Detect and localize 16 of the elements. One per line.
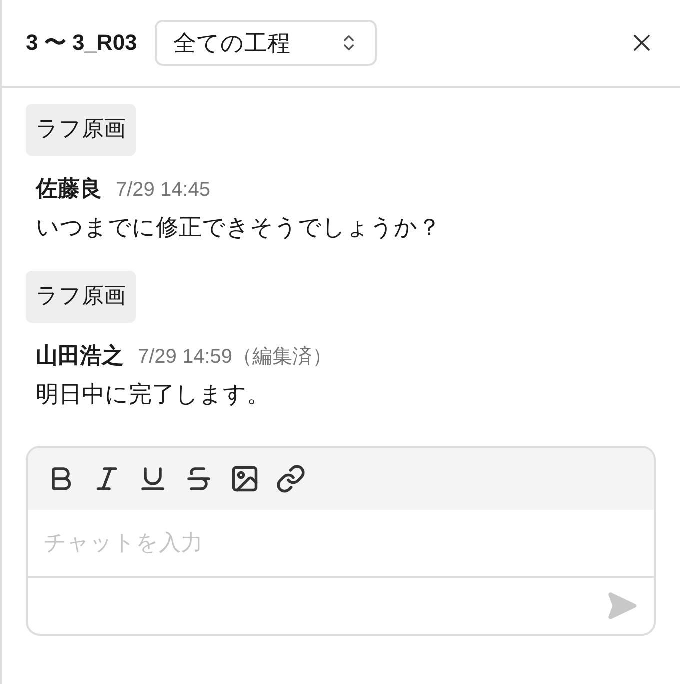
process-tag: ラフ原画	[26, 271, 136, 323]
message-text: 明日中に完了します。	[35, 381, 271, 410]
link-button[interactable]	[276, 464, 306, 494]
process-tag: ラフ原画	[26, 104, 136, 156]
image-button[interactable]	[230, 464, 260, 494]
send-icon	[606, 590, 638, 622]
author-name: 佐藤良	[36, 176, 102, 204]
message-text: いつまでに修正できそうでしょうか？	[35, 214, 442, 243]
link-icon	[276, 464, 306, 494]
message-time: 7/29 14:45	[116, 179, 211, 202]
image-icon	[230, 464, 260, 494]
author-name: 山田浩之	[36, 342, 124, 371]
message-time: 7/29 14:59（編集済）	[138, 345, 333, 370]
chat-title: 3 〜 3_R03	[26, 29, 138, 57]
process-select[interactable]: 全ての工程	[155, 20, 378, 66]
message-editor[interactable]: チャットを入力	[26, 446, 656, 636]
